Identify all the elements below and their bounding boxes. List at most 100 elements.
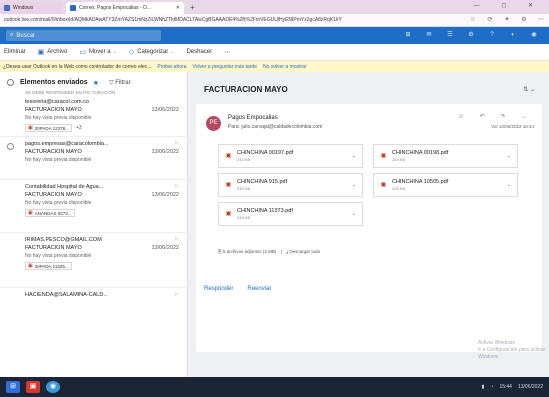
- favorite-star-icon[interactable]: ★: [93, 79, 99, 87]
- browser-icon[interactable]: ◉: [46, 381, 60, 393]
- attachment-name: CHINCHINA 11373.pdf: [237, 208, 293, 214]
- activate-windows-watermark: Activar Windows Ir a Configuración para …: [478, 340, 549, 361]
- pdf-icon: ▣: [28, 263, 33, 269]
- email-sender[interactable]: Pagos Empocalias: [228, 115, 278, 121]
- menu-icon[interactable]: ☰: [445, 31, 455, 40]
- attachment-chip[interactable]: ▣ 20PADA 12378...: [25, 124, 72, 132]
- refresh-icon[interactable]: ⟳: [486, 17, 494, 24]
- theme-icon[interactable]: ◐: [508, 31, 518, 40]
- message-list: Elementos enviados ★ ▽ Filtrar SE DEBE R…: [0, 72, 188, 377]
- pdf-icon: ▣: [380, 152, 387, 159]
- chevron-down-icon[interactable]: ⌄: [507, 182, 511, 188]
- tray-date[interactable]: 13/06/2022: [518, 384, 543, 390]
- sort-icon[interactable]: ⇅ ⌄: [523, 86, 535, 93]
- browser-tab-windows[interactable]: Windows: [0, 2, 62, 14]
- email-card: PE Pagos Empocalias Para: julio.carvajal…: [196, 104, 542, 352]
- flag-icon[interactable]: ⚐: [175, 292, 179, 298]
- attachment-row: ▣ CHINCHINA 00197.pdf 245 KB ⌄ ▣ CHINCHI…: [218, 144, 538, 168]
- download-icon: ⤓: [286, 249, 289, 254]
- help-icon[interactable]: ?: [487, 31, 497, 40]
- attachment-info: CHINCHINA 00197.pdf 245 KB: [237, 150, 293, 162]
- tray-time[interactable]: 15:44: [499, 384, 512, 390]
- attachment-chip[interactable]: ▣ 20PADA 11326...: [25, 262, 72, 270]
- ask-later-link[interactable]: Volver a preguntar más tarde: [193, 64, 257, 70]
- pdf-icon: ▣: [380, 181, 387, 188]
- message-subject: FACTURACIÓN MAYO: [25, 149, 82, 155]
- window-controls[interactable]: — ◻ ✕: [474, 2, 543, 9]
- undo-label: Deshacer: [186, 49, 213, 55]
- message-date: 13/06/2022: [151, 149, 179, 155]
- browser-tab-outlook[interactable]: Correo: Pagos Empocalias - O... ✕: [66, 2, 184, 14]
- attachment-card[interactable]: ▣ CHINCHINA 11373.pdf 245 KB ⌄: [218, 202, 363, 226]
- chevron-down-icon[interactable]: ⌄: [352, 211, 356, 217]
- attachment-card[interactable]: ▣ CHINCHINA 00197.pdf 245 KB ⌄: [218, 144, 363, 168]
- reply-button[interactable]: Responder: [204, 286, 233, 292]
- favorite-star-icon[interactable]: ☆: [469, 17, 477, 24]
- delete-button[interactable]: Eliminar: [4, 49, 26, 55]
- network-icon[interactable]: ▮: [482, 384, 485, 390]
- attachment-size: 245 KB: [237, 215, 251, 220]
- attachment-name: CHINCHINA 00197.pdf: [237, 150, 294, 156]
- attachment-card[interactable]: ▣ CHINCHINA 10505.pdf 245 KB ⌄: [373, 173, 518, 197]
- mail-icon[interactable]: ✉: [424, 31, 434, 40]
- attachment-chip[interactable]: ▣ ANANDAS 0273...: [25, 209, 75, 217]
- list-item[interactable]: SE DEBE RESPONDER EN FACTURACIÓN tesorer…: [0, 90, 187, 137]
- attachment-size: 245 KB: [392, 157, 406, 162]
- filter-button[interactable]: ▽ Filtrar: [109, 79, 131, 86]
- more-attachments: +3: [75, 125, 82, 131]
- chevron-down-icon[interactable]: ⌄: [352, 182, 356, 188]
- flag-icon[interactable]: ⚐: [175, 184, 179, 190]
- attachment-row: ▣ 20PADA 12378... +3: [25, 124, 179, 132]
- settings-icon[interactable]: ⚙: [520, 17, 528, 24]
- move-to-button[interactable]: ▭ Mover a ⌄: [79, 48, 117, 56]
- attachment-size: 245 KB: [237, 186, 251, 191]
- chevron-down-icon: ⌄: [170, 49, 175, 55]
- volume-icon[interactable]: ◔: [490, 384, 493, 390]
- message-preview: No hay vista previa disponible: [25, 115, 92, 121]
- chevron-down-icon[interactable]: ⌄: [507, 153, 511, 159]
- download-all-link[interactable]: Descargar todo: [289, 249, 320, 254]
- list-item[interactable]: ⚐ Contabilidad Hospital de Agua... FACTU…: [0, 180, 187, 233]
- categorize-button[interactable]: ◇ Categorizar ⌄: [129, 48, 175, 56]
- attachment-size: 245 KB: [237, 157, 251, 162]
- more-icon[interactable]: ⋯: [537, 17, 545, 24]
- attachment-card[interactable]: ▣ CHINCHINA 00198.pdf 245 KB ⌄: [373, 144, 518, 168]
- list-item[interactable]: ⚐ IRIMAS.PESCO@GMAIL.COM FACTURACIÓN MAY…: [0, 233, 187, 288]
- new-tab-button[interactable]: +: [190, 3, 195, 12]
- dont-show-link[interactable]: No volver a mostrar: [263, 64, 307, 70]
- folder-title: Elementos enviados: [20, 79, 88, 86]
- app-icon[interactable]: ▣: [26, 381, 40, 393]
- flag-icon[interactable]: ⚐: [175, 237, 179, 243]
- start-icon[interactable]: ⊞: [6, 381, 20, 393]
- gear-icon[interactable]: ⚙: [466, 31, 476, 40]
- account-icon[interactable]: ◉: [529, 31, 539, 40]
- url-field[interactable]: outlook.live.com/mail/0/inbox/id/AQMkADA…: [4, 17, 404, 23]
- email-date: Vie 10/06/2022 15:44: [491, 124, 534, 129]
- close-tab-icon[interactable]: ✕: [176, 5, 180, 11]
- archive-icon: ▣: [37, 49, 45, 56]
- attachment-info: CHINCHINA 10505.pdf 245 KB: [392, 179, 448, 191]
- forward-button[interactable]: Reenviar: [247, 286, 271, 292]
- more-commands-button[interactable]: ⋯: [224, 49, 230, 56]
- message-subject: FACTURACIÓN MAYO: [25, 107, 82, 113]
- flag-icon[interactable]: ⚐: [175, 141, 179, 147]
- attachment-name: CHINCHINA 00198.pdf: [392, 150, 449, 156]
- select-message-radio[interactable]: [7, 143, 14, 150]
- select-all-radio[interactable]: [7, 79, 14, 86]
- attachment-info: CHINCHINA 00198.pdf 245 KB: [392, 150, 448, 162]
- extension-icon[interactable]: ✦: [503, 17, 511, 24]
- email-actions[interactable]: ☺ ↶ ↷ →: [458, 113, 534, 120]
- list-item[interactable]: ⚐ pagos.empresas@caracolombia... FACTURA…: [0, 137, 187, 180]
- list-item[interactable]: ⚐ HACIENDA@SALAMINA-CALD...: [0, 288, 187, 318]
- email-recipient: Para: julio.carvajal@caldadecolombia.com: [228, 124, 323, 130]
- chevron-down-icon[interactable]: ⌄: [352, 153, 356, 159]
- try-now-link[interactable]: Probar ahora: [157, 64, 186, 70]
- system-tray: ▮ ◔ 15:44 13/06/2022: [476, 384, 543, 390]
- apps-icon[interactable]: ⊞: [403, 31, 413, 40]
- archive-button[interactable]: ▣ Archivo: [38, 48, 68, 56]
- undo-button[interactable]: Deshacer: [186, 49, 212, 55]
- message-subject-row: FACTURACIÓN MAYO 13/06/2022: [25, 245, 179, 251]
- delete-label: Eliminar: [4, 49, 26, 55]
- attachment-card[interactable]: ▣ CHINCHINA 915.pdf 245 KB ⌄: [218, 173, 363, 197]
- search-box[interactable]: ⌕ Buscar: [6, 30, 161, 41]
